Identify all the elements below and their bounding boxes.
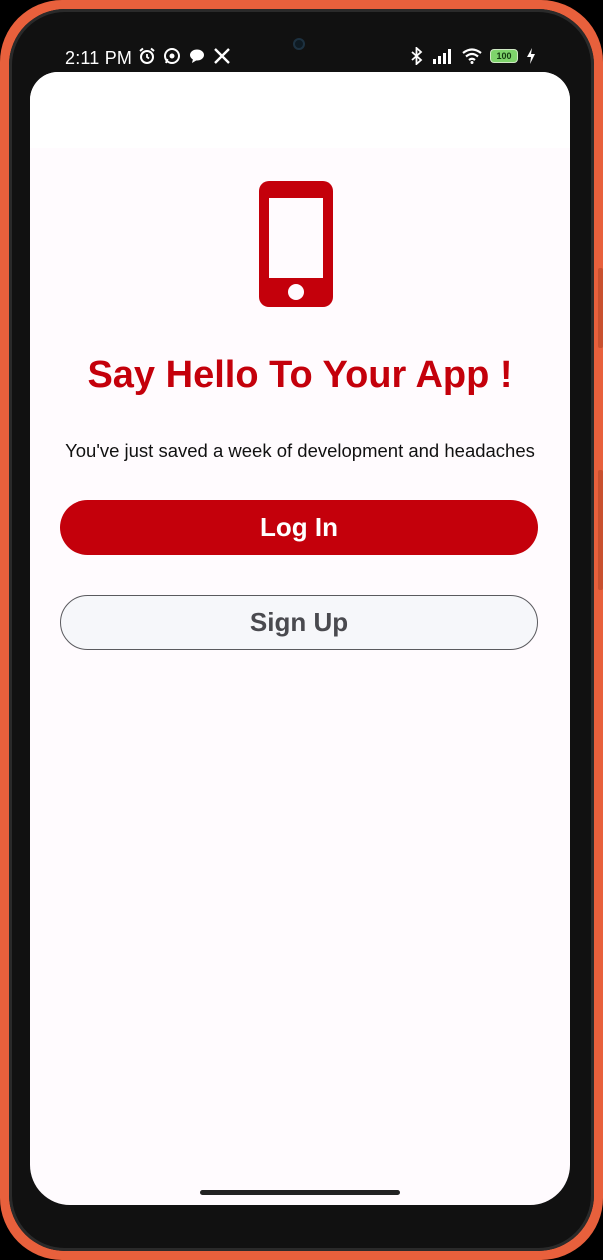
signal-icon: [433, 49, 451, 64]
whatsapp-icon: [164, 48, 180, 64]
battery-icon: 100: [490, 49, 518, 63]
front-camera: [293, 38, 305, 50]
bluetooth-icon: [411, 47, 423, 65]
page-subtitle: You've just saved a week of development …: [65, 440, 535, 461]
log-in-button[interactable]: Log In: [60, 500, 538, 555]
app-bar: [30, 72, 570, 148]
volume-button: [598, 268, 603, 348]
app-screen: Say Hello To Your App ! You've just save…: [30, 72, 570, 1205]
status-icons-right: 100: [410, 47, 536, 65]
status-time: 2:11 PM: [65, 48, 133, 68]
smartphone-icon: [259, 181, 333, 307]
sign-up-button[interactable]: Sign Up: [60, 595, 538, 650]
charging-icon: [527, 48, 535, 64]
wifi-icon: [462, 48, 482, 64]
home-indicator[interactable]: [200, 1190, 400, 1195]
status-icons-left: [138, 47, 231, 65]
alarm-icon: [139, 47, 155, 64]
power-button: [598, 470, 603, 590]
x-icon: [214, 48, 230, 64]
chat-bubble-icon: [190, 49, 204, 63]
page-title: Say Hello To Your App !: [87, 354, 513, 396]
